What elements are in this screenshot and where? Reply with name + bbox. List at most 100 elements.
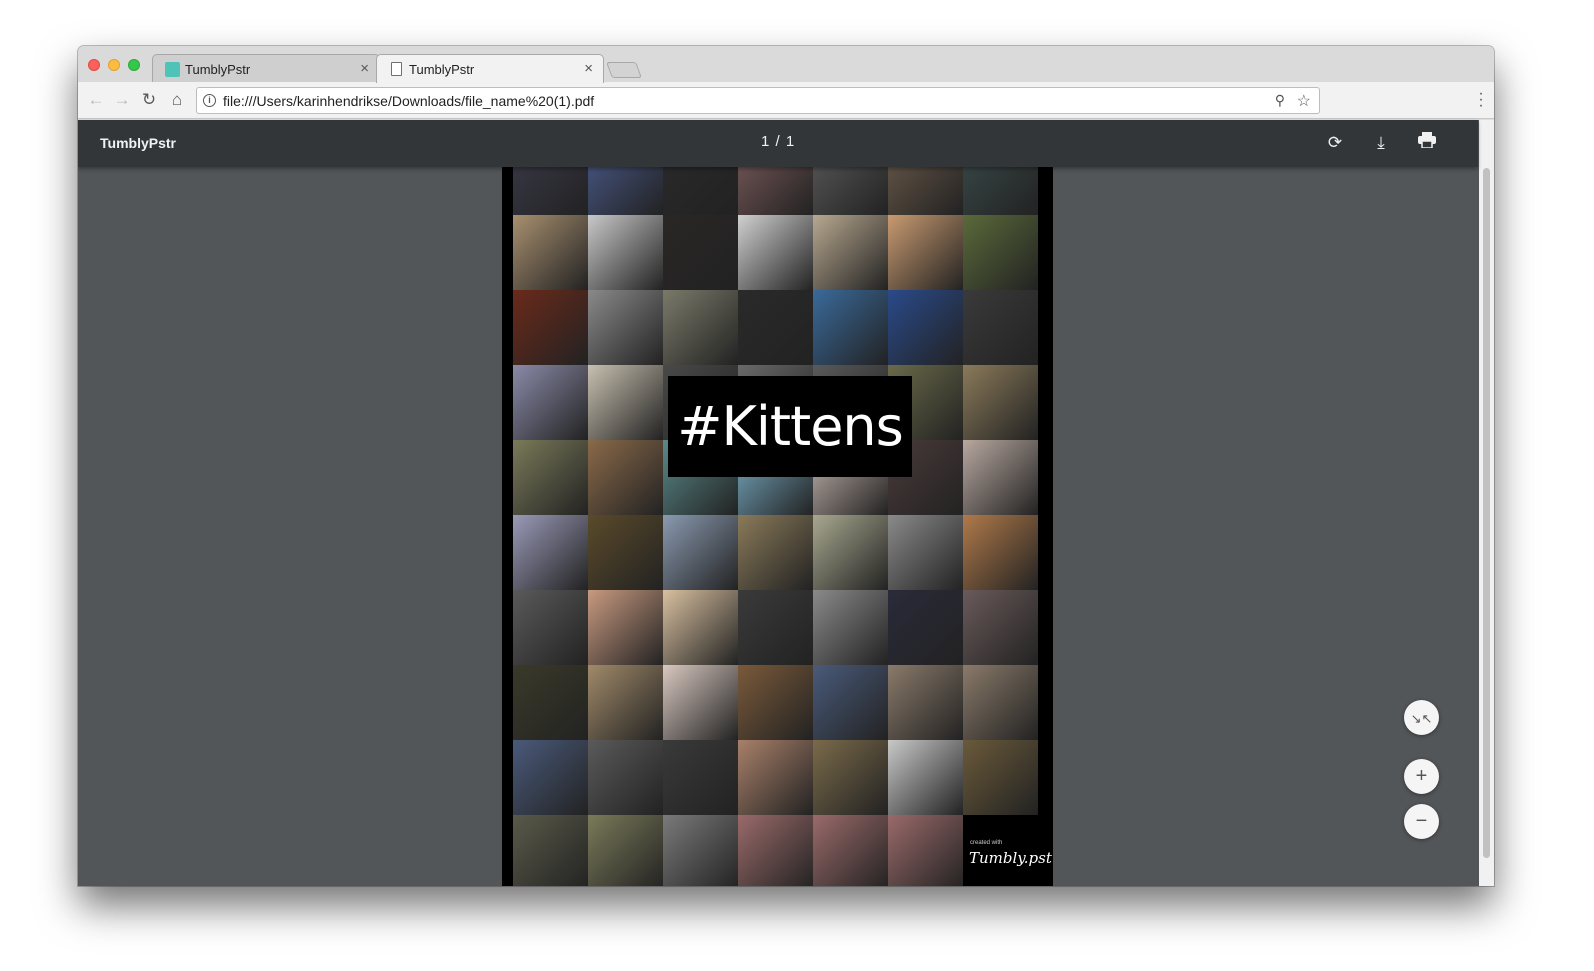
zoom-out-button[interactable]: − [1404, 804, 1439, 839]
photo-tile [963, 167, 1038, 215]
photo-tile [588, 290, 663, 365]
photo-tile [513, 290, 588, 365]
photo-tile [813, 215, 888, 290]
photo-tile [813, 167, 888, 215]
photo-tile [588, 665, 663, 740]
photo-tile [513, 440, 588, 515]
address-bar[interactable]: i file:///Users/karinhendrikse/Downloads… [196, 87, 1320, 114]
photo-tile [738, 515, 813, 590]
home-icon[interactable]: ⌂ [167, 90, 187, 110]
photo-tile [888, 290, 963, 365]
photo-tile [963, 590, 1038, 665]
photo-tile [888, 167, 963, 215]
photo-tile [963, 365, 1038, 440]
photo-tile [663, 515, 738, 590]
close-window-button[interactable] [88, 59, 100, 71]
pdf-toolbar: TumblyPstr 1 / 1 ⟳ ⤓ [78, 120, 1478, 167]
photo-tile [663, 167, 738, 215]
back-arrow-icon[interactable]: ← [86, 90, 106, 110]
photo-tile [813, 290, 888, 365]
photo-tile [963, 515, 1038, 590]
tab-tumblypstr-2[interactable]: TumblyPstr × [376, 54, 604, 83]
tab-close-icon[interactable]: × [360, 60, 369, 77]
photo-tile [738, 590, 813, 665]
photo-tile [813, 590, 888, 665]
document-icon [391, 62, 402, 76]
reload-icon[interactable]: ↻ [139, 90, 159, 110]
print-icon[interactable] [1416, 132, 1438, 154]
photo-tile [663, 740, 738, 815]
tab-tumblypstr-1[interactable]: TumblyPstr × [152, 54, 380, 82]
photo-tile [513, 515, 588, 590]
photo-tile [738, 665, 813, 740]
download-icon[interactable]: ⤓ [1370, 132, 1392, 154]
photo-tile [963, 290, 1038, 365]
photo-tile [588, 515, 663, 590]
photo-tile [888, 590, 963, 665]
photo-tile [963, 215, 1038, 290]
photo-tile [663, 590, 738, 665]
photo-tile [513, 740, 588, 815]
photo-tile [663, 665, 738, 740]
pdf-page: #Kittens created with Tumbly.pstr [502, 167, 1053, 886]
address-url[interactable]: file:///Users/karinhendrikse/Downloads/f… [223, 93, 594, 109]
scroll-thumb[interactable] [1483, 168, 1490, 858]
brand-tile: created with Tumbly.pstr [963, 815, 1053, 886]
photo-tile [888, 215, 963, 290]
photo-tile [588, 365, 663, 440]
photo-grid [513, 167, 1038, 886]
bookmark-star-icon[interactable]: ☆ [1297, 91, 1311, 111]
pdf-title: TumblyPstr [100, 135, 176, 151]
photo-tile [513, 215, 588, 290]
tab-title: TumblyPstr [185, 62, 251, 77]
photo-tile [588, 590, 663, 665]
headline-box: #Kittens [668, 376, 912, 477]
photo-tile [963, 440, 1038, 515]
vertical-scrollbar[interactable] [1479, 120, 1494, 886]
photo-tile [888, 665, 963, 740]
tab-title: TumblyPstr [409, 62, 475, 77]
photo-tile [888, 815, 963, 886]
new-tab-button[interactable] [606, 62, 642, 78]
fit-page-button[interactable]: ↘↖ [1404, 700, 1439, 735]
photo-tile [588, 215, 663, 290]
photo-tile [663, 215, 738, 290]
brand-logo: Tumbly.pstr [969, 849, 1053, 867]
photo-tile [813, 515, 888, 590]
info-icon[interactable]: i [203, 94, 216, 107]
photo-tile [663, 815, 738, 886]
rotate-icon[interactable]: ⟳ [1324, 132, 1346, 154]
tab-strip: TumblyPstr × TumblyPstr × [78, 46, 1494, 83]
minimize-window-button[interactable] [108, 59, 120, 71]
photo-tile [588, 167, 663, 215]
photo-tile [963, 740, 1038, 815]
poster-headline: #Kittens [677, 395, 904, 458]
brand-caption: created with [970, 840, 1003, 846]
photo-tile [513, 665, 588, 740]
fit-page-icon: ↘↖ [1410, 711, 1433, 726]
page-indicator: 1 / 1 [761, 133, 796, 150]
photo-tile [738, 215, 813, 290]
photo-tile [738, 740, 813, 815]
browser-window: TumblyPstr × TumblyPstr × ← → ↻ ⌂ i file… [78, 46, 1494, 886]
browser-menu-icon[interactable]: · · · [1478, 86, 1484, 114]
photo-tile [813, 815, 888, 886]
photo-tile [738, 167, 813, 215]
zoom-magnifier-icon[interactable]: ⚲ [1275, 92, 1285, 109]
photo-tile [888, 515, 963, 590]
photo-tile [513, 167, 588, 215]
photo-tile [588, 440, 663, 515]
photo-tile [738, 290, 813, 365]
forward-arrow-icon[interactable]: → [112, 90, 132, 110]
photo-tile [513, 815, 588, 886]
photo-tile [588, 740, 663, 815]
tab-close-icon[interactable]: × [584, 60, 593, 77]
photo-tile [663, 290, 738, 365]
photo-tile [888, 740, 963, 815]
zoom-in-button[interactable]: + [1404, 759, 1439, 794]
pstr-favicon-icon [165, 62, 180, 77]
browser-toolbar: ← → ↻ ⌂ i file:///Users/karinhendrikse/D… [78, 82, 1494, 119]
pdf-viewer: TumblyPstr 1 / 1 ⟳ ⤓ #Kittens created wi… [78, 120, 1494, 886]
maximize-window-button[interactable] [128, 59, 140, 71]
photo-tile [813, 665, 888, 740]
